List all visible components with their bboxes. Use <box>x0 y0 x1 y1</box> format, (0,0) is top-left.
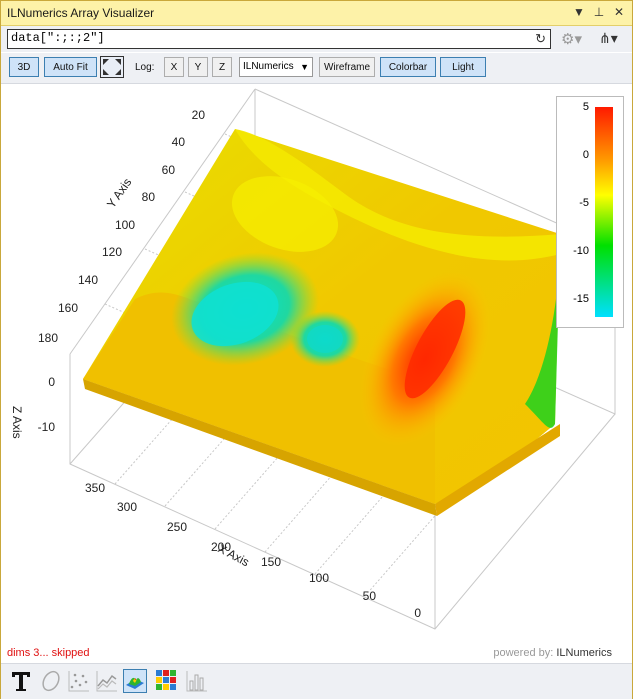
image-view-button[interactable] <box>155 669 179 693</box>
gear-icon[interactable]: ⚙▾ <box>561 30 582 48</box>
scatter-icon <box>68 671 89 692</box>
surface-plot[interactable]: 20 40 60 80 100 120 140 160 180 Y Axis 0… <box>5 84 627 644</box>
colorbar-tick: -15 <box>573 293 589 305</box>
expression-input[interactable] <box>8 30 521 46</box>
text-view-button[interactable] <box>9 669 33 693</box>
colormap-value: ILNumerics <box>243 61 294 72</box>
plot-area[interactable]: 20 40 60 80 100 120 140 160 180 Y Axis 0… <box>5 84 627 644</box>
share-icon[interactable]: ⋔▾ <box>599 30 618 47</box>
expression-bar: ↻ ⚙▾ ⋔▾ <box>1 26 632 52</box>
status-message: dims 3... skipped <box>7 647 90 659</box>
view-type-bar <box>1 663 632 699</box>
log-x-button[interactable]: X <box>164 57 184 77</box>
z-tick: 0 <box>48 375 55 389</box>
colorbar[interactable]: 5 0 -5 -10 -15 <box>556 96 624 328</box>
line-view-button[interactable] <box>95 669 119 693</box>
surface-view-button[interactable] <box>123 669 147 693</box>
toggle-3d-button[interactable]: 3D <box>9 57 39 77</box>
z-tick: -10 <box>38 420 56 434</box>
x-tick: 250 <box>167 520 187 534</box>
surface-icon <box>126 677 144 689</box>
x-tick: 0 <box>414 606 421 620</box>
colorbar-button[interactable]: Colorbar <box>380 57 436 77</box>
x-tick: 350 <box>85 481 105 495</box>
colorbar-tick: -5 <box>579 197 589 209</box>
pin-icon[interactable]: ⊥ <box>592 5 606 19</box>
visualizer-window: ILNumerics Array Visualizer ▼ ⊥ ✕ ↻ ⚙▾ ⋔… <box>0 0 633 699</box>
x-axis-ticks: 350 300 250 200 150 100 50 0 <box>85 481 421 620</box>
log-y-button[interactable]: Y <box>188 57 208 77</box>
y-tick: 40 <box>172 135 186 149</box>
colorbar-gradient <box>595 107 613 317</box>
heatmap-icon <box>156 670 176 690</box>
auto-fit-button[interactable]: Auto Fit <box>44 57 97 77</box>
y-axis-label: Y Axis <box>104 176 134 211</box>
y-tick: 120 <box>102 245 122 259</box>
dropdown-menu-icon[interactable]: ▼ <box>572 5 586 19</box>
title-bar: ILNumerics Array Visualizer ▼ ⊥ ✕ <box>1 1 632 26</box>
text-icon <box>12 672 30 691</box>
log-label: Log: <box>135 62 155 73</box>
colorbar-tick: 5 <box>582 101 589 113</box>
powered-prefix: powered by: <box>493 647 554 659</box>
expression-field[interactable]: ↻ <box>7 29 551 49</box>
chevron-down-icon: ▼ <box>300 62 309 72</box>
close-icon[interactable]: ✕ <box>612 5 626 19</box>
light-button[interactable]: Light <box>440 57 486 77</box>
loop-icon <box>42 670 60 692</box>
refresh-icon[interactable]: ↻ <box>535 31 546 47</box>
window-title: ILNumerics Array Visualizer <box>7 6 155 20</box>
y-tick: 20 <box>192 108 206 122</box>
x-tick: 50 <box>363 589 377 603</box>
line-chart-icon <box>96 671 117 692</box>
x-axis-label: X Axis <box>216 541 252 569</box>
surface-line-view-button[interactable] <box>39 669 63 693</box>
colorbar-tick: 0 <box>582 149 589 161</box>
expand-icon <box>103 59 121 75</box>
scatter-view-button[interactable] <box>67 669 91 693</box>
log-z-button[interactable]: Z <box>212 57 232 77</box>
x-tick: 300 <box>117 500 137 514</box>
y-tick: 100 <box>115 218 135 232</box>
powered-name: ILNumerics <box>556 647 612 659</box>
y-tick: 60 <box>162 163 176 177</box>
z-axis-ticks: 0 -10 <box>38 375 56 434</box>
y-tick: 160 <box>58 301 78 315</box>
y-tick: 140 <box>78 273 98 287</box>
bar-chart-icon <box>186 671 207 692</box>
wireframe-button[interactable]: Wireframe <box>319 57 375 77</box>
z-axis-label: Z Axis <box>10 406 24 439</box>
toolbar: 3D Auto Fit Log: X Y Z ILNumerics ▼ Wire… <box>1 53 632 84</box>
y-tick: 180 <box>38 331 58 345</box>
x-tick: 150 <box>261 555 281 569</box>
x-tick: 100 <box>309 571 329 585</box>
surface <box>83 129 560 516</box>
title-buttons: ▼ ⊥ ✕ <box>572 5 626 19</box>
powered-by: powered by: ILNumerics <box>493 647 612 659</box>
colormap-select[interactable]: ILNumerics ▼ <box>239 57 313 77</box>
fullscreen-button[interactable] <box>100 56 124 78</box>
y-tick: 80 <box>142 190 156 204</box>
colorbar-tick: -10 <box>573 245 589 257</box>
bar-view-button[interactable] <box>185 669 209 693</box>
